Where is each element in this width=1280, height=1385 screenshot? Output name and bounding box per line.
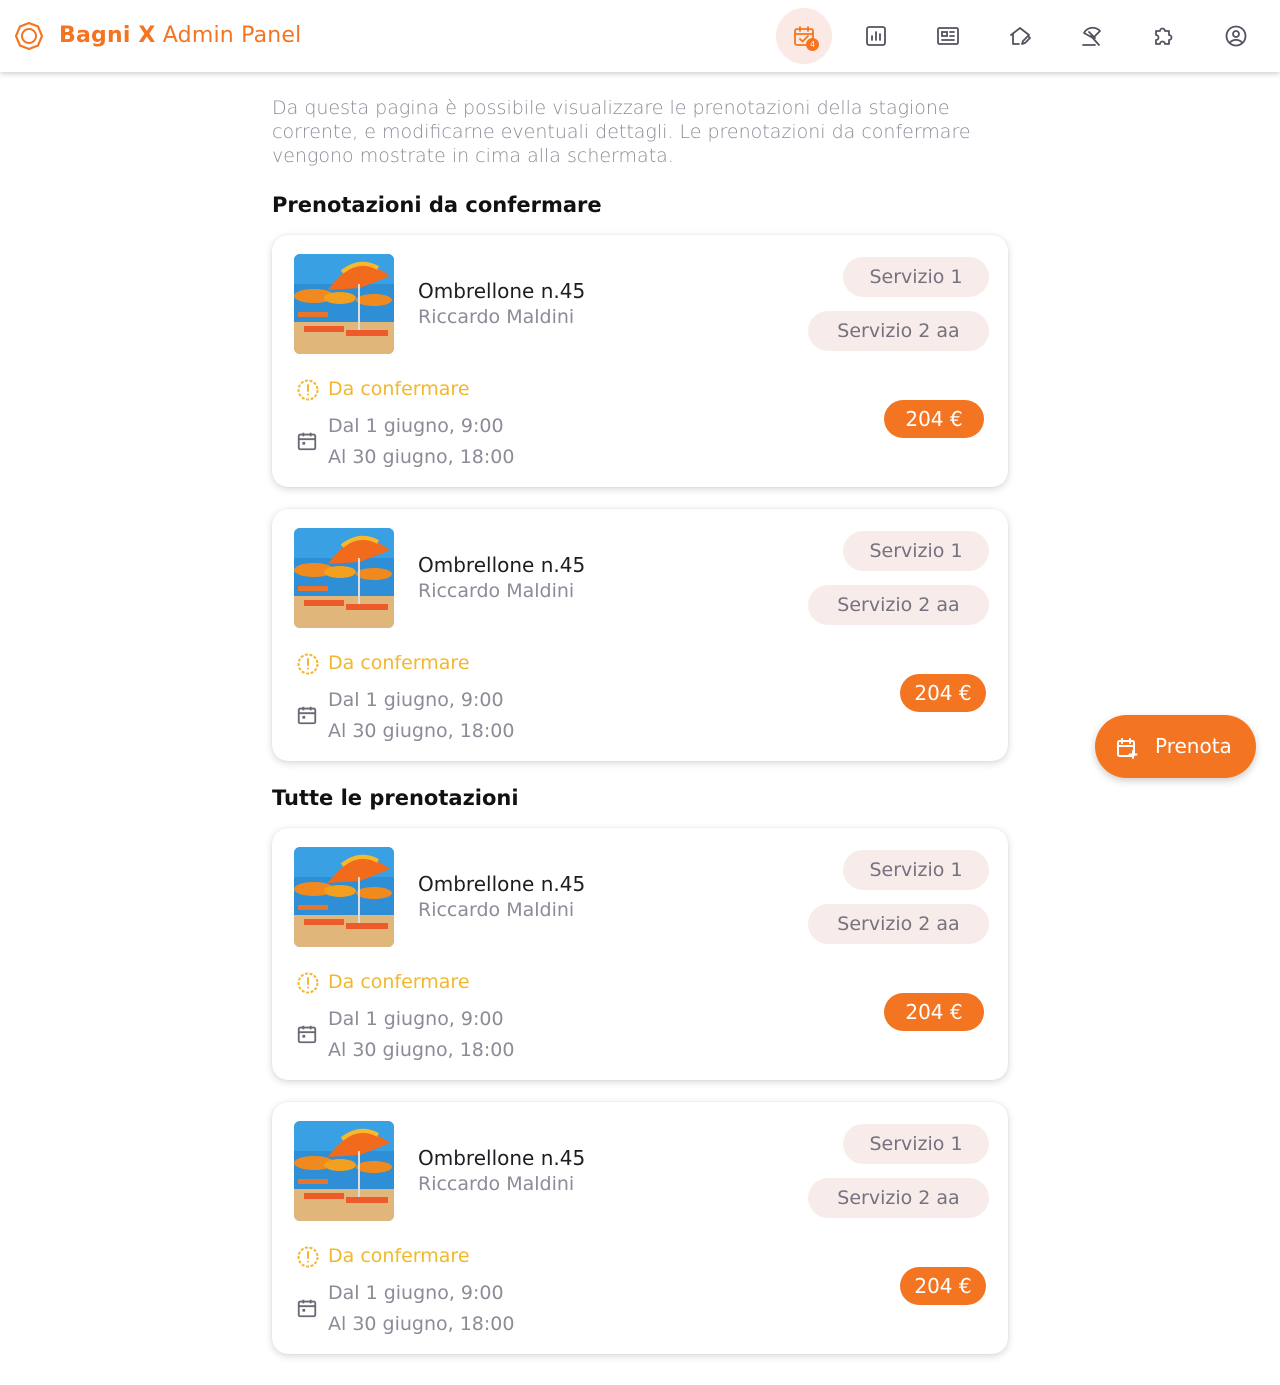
status-label: Da confermare — [328, 378, 470, 400]
service-chip: Servizio 1 — [843, 850, 989, 890]
date-from: Dal 1 giugno, 9:00 — [328, 1282, 504, 1304]
calendar-icon — [297, 1299, 317, 1318]
umbrella-photo — [294, 1121, 394, 1221]
customer-name: Riccardo Maldini — [418, 899, 575, 921]
booking-title: Ombrellone n.45 — [418, 553, 586, 577]
price-badge: 204 € — [900, 1267, 986, 1305]
price-badge: 204 € — [884, 993, 984, 1031]
nav-account-button[interactable] — [1208, 8, 1264, 64]
house-edit-icon — [1010, 27, 1031, 45]
booking-card[interactable]: Ombrellone n.45 Riccardo Maldini Servizi… — [272, 235, 1008, 487]
service-chip: Servizio 1 — [843, 257, 989, 297]
umbrella-photo — [294, 847, 394, 947]
app-header: Bagni X Admin Panel 4 — [0, 0, 1280, 72]
customer-name: Riccardo Maldini — [418, 306, 575, 328]
prenota-label: Prenota — [1155, 734, 1232, 758]
puzzle-icon — [1155, 27, 1173, 45]
booking-title: Ombrellone n.45 — [418, 279, 586, 303]
date-to: Al 30 giugno, 18:00 — [328, 1313, 515, 1335]
nav-establishment-button[interactable] — [992, 8, 1048, 64]
alert-circle-icon — [297, 653, 319, 675]
calendar-plus-icon — [1117, 738, 1138, 759]
calendar-icon — [297, 432, 317, 451]
umbrella-photo — [294, 254, 394, 354]
app-title[interactable]: Bagni X Admin Panel — [59, 21, 301, 51]
service-chip: Servizio 1 — [843, 1124, 989, 1164]
status-label: Da confermare — [328, 971, 470, 993]
date-to: Al 30 giugno, 18:00 — [328, 446, 515, 468]
nav-stats-button[interactable] — [848, 8, 904, 64]
section-title-all: Tutte le prenotazioni — [272, 786, 519, 810]
nav-umbrellas-button[interactable] — [1064, 8, 1120, 64]
beach-umbrella-icon — [1082, 26, 1101, 46]
date-to: Al 30 giugno, 18:00 — [328, 720, 515, 742]
alert-circle-icon — [297, 1246, 319, 1268]
service-chip: Servizio 2 aa — [808, 904, 989, 944]
date-from: Dal 1 giugno, 9:00 — [328, 689, 504, 711]
nav-news-button[interactable] — [920, 8, 976, 64]
booking-title: Ombrellone n.45 — [418, 872, 586, 896]
service-chip: Servizio 2 aa — [808, 1178, 989, 1218]
service-chip: Servizio 2 aa — [808, 585, 989, 625]
calendar-icon — [297, 1025, 317, 1044]
logo-icon — [14, 21, 44, 51]
prenota-button[interactable]: Prenota — [1095, 715, 1256, 778]
newspaper-icon — [937, 27, 959, 45]
section-title-pending: Prenotazioni da confermare — [272, 193, 602, 217]
booking-card[interactable]: Ombrellone n.45 Riccardo Maldini Servizi… — [272, 828, 1008, 1080]
bar-chart-icon — [866, 26, 886, 46]
booking-card[interactable]: Ombrellone n.45 Riccardo Maldini Servizi… — [272, 1102, 1008, 1354]
umbrella-photo — [294, 528, 394, 628]
price-badge: 204 € — [884, 400, 984, 438]
account-circle-icon — [1225, 25, 1247, 47]
customer-name: Riccardo Maldini — [418, 1173, 575, 1195]
page-description: Da questa pagina è possibile visualizzar… — [272, 97, 971, 167]
alert-circle-icon — [297, 972, 319, 994]
booking-card[interactable]: Ombrellone n.45 Riccardo Maldini Servizi… — [272, 509, 1008, 761]
date-from: Dal 1 giugno, 9:00 — [328, 415, 504, 437]
notification-badge: 4 — [806, 38, 819, 51]
date-from: Dal 1 giugno, 9:00 — [328, 1008, 504, 1030]
date-to: Al 30 giugno, 18:00 — [328, 1039, 515, 1061]
status-label: Da confermare — [328, 1245, 470, 1267]
booking-title: Ombrellone n.45 — [418, 1146, 586, 1170]
service-chip: Servizio 2 aa — [808, 311, 989, 351]
nav-extensions-button[interactable] — [1136, 8, 1192, 64]
price-badge: 204 € — [900, 674, 986, 712]
alert-circle-icon — [297, 379, 319, 401]
customer-name: Riccardo Maldini — [418, 580, 575, 602]
nav-bookings-button[interactable]: 4 — [776, 8, 832, 64]
service-chip: Servizio 1 — [843, 531, 989, 571]
calendar-icon — [297, 706, 317, 725]
status-label: Da confermare — [328, 652, 470, 674]
